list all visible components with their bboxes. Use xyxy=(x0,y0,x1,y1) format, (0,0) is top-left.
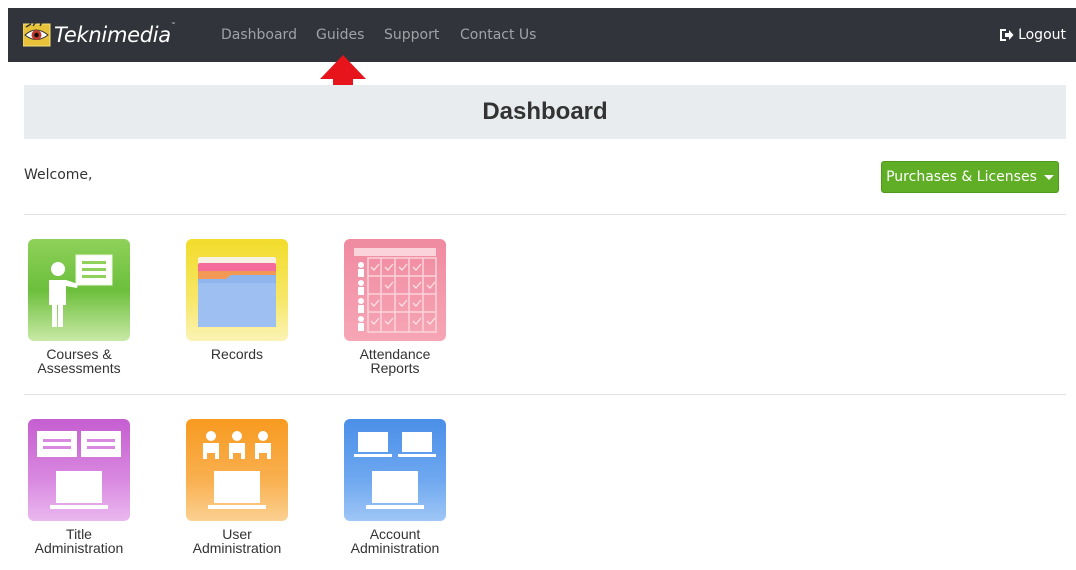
tile-label-line: Assessments xyxy=(37,360,121,376)
attendance-grid-icon xyxy=(344,239,446,341)
tile-label-line: Administration xyxy=(192,540,282,556)
tile-user-administration[interactable]: User Administration xyxy=(183,419,291,555)
nav-link-guides[interactable]: Guides xyxy=(316,27,364,43)
nav-link-dashboard[interactable]: Dashboard xyxy=(221,27,297,43)
app-frame: Teknimedia ™ Dashboard Guides Support Co… xyxy=(8,8,1076,570)
divider xyxy=(24,394,1066,395)
divider xyxy=(24,214,1066,215)
tile-label-line: Records xyxy=(210,346,264,362)
tile-records[interactable]: Records xyxy=(183,239,291,361)
purchases-licenses-label: Purchases & Licenses xyxy=(886,169,1037,185)
tile-label-line: Administration xyxy=(34,540,124,556)
logout-icon xyxy=(1000,29,1014,41)
purchases-licenses-dropdown-button[interactable]: Purchases & Licenses xyxy=(881,161,1059,193)
tile-label-line: User xyxy=(222,526,252,542)
logout-link[interactable]: Logout xyxy=(999,27,1066,43)
tile-label-line: Account xyxy=(369,526,421,542)
tile-label: Attendance Reports xyxy=(341,347,449,375)
caret-down-icon xyxy=(1043,174,1054,180)
nav-link-support[interactable]: Support xyxy=(384,27,439,43)
tile-label: Courses & Assessments xyxy=(25,347,133,375)
dashboard-header-bar: Dashboard xyxy=(24,85,1066,139)
tile-label-line: Courses & xyxy=(46,346,112,362)
users-admin-icon xyxy=(186,419,288,521)
tile-label-line: Attendance xyxy=(359,346,431,362)
folder-icon xyxy=(186,239,288,341)
trademark-mark: ™ xyxy=(170,22,176,28)
brand-name: Teknimedia xyxy=(54,23,171,47)
welcome-text: Welcome, xyxy=(24,167,93,183)
brand-logo-link[interactable]: Teknimedia ™ xyxy=(23,20,176,50)
page-title: Dashboard xyxy=(482,98,608,125)
tile-label-line: Title xyxy=(66,526,92,542)
tile-label: Account Administration xyxy=(341,527,449,555)
top-navbar: Teknimedia ™ Dashboard Guides Support Co… xyxy=(8,8,1076,62)
tile-label: User Administration xyxy=(183,527,291,555)
tile-account-administration[interactable]: Account Administration xyxy=(341,419,449,555)
nav-link-contact-us[interactable]: Contact Us xyxy=(460,27,536,43)
tile-title-administration[interactable]: Title Administration xyxy=(25,419,133,555)
tile-label: Records xyxy=(183,347,291,361)
eye-logo-icon xyxy=(23,22,51,47)
teacher-board-icon xyxy=(28,239,130,341)
tile-courses-assessments[interactable]: Courses & Assessments xyxy=(25,239,133,375)
logout-label: Logout xyxy=(1018,27,1066,43)
tile-label: Title Administration xyxy=(25,527,133,555)
title-admin-icon xyxy=(28,419,130,521)
account-admin-icon xyxy=(344,419,446,521)
tile-attendance-reports[interactable]: Attendance Reports xyxy=(341,239,449,375)
tile-label-line: Administration xyxy=(350,540,440,556)
tile-label-line: Reports xyxy=(370,360,420,376)
